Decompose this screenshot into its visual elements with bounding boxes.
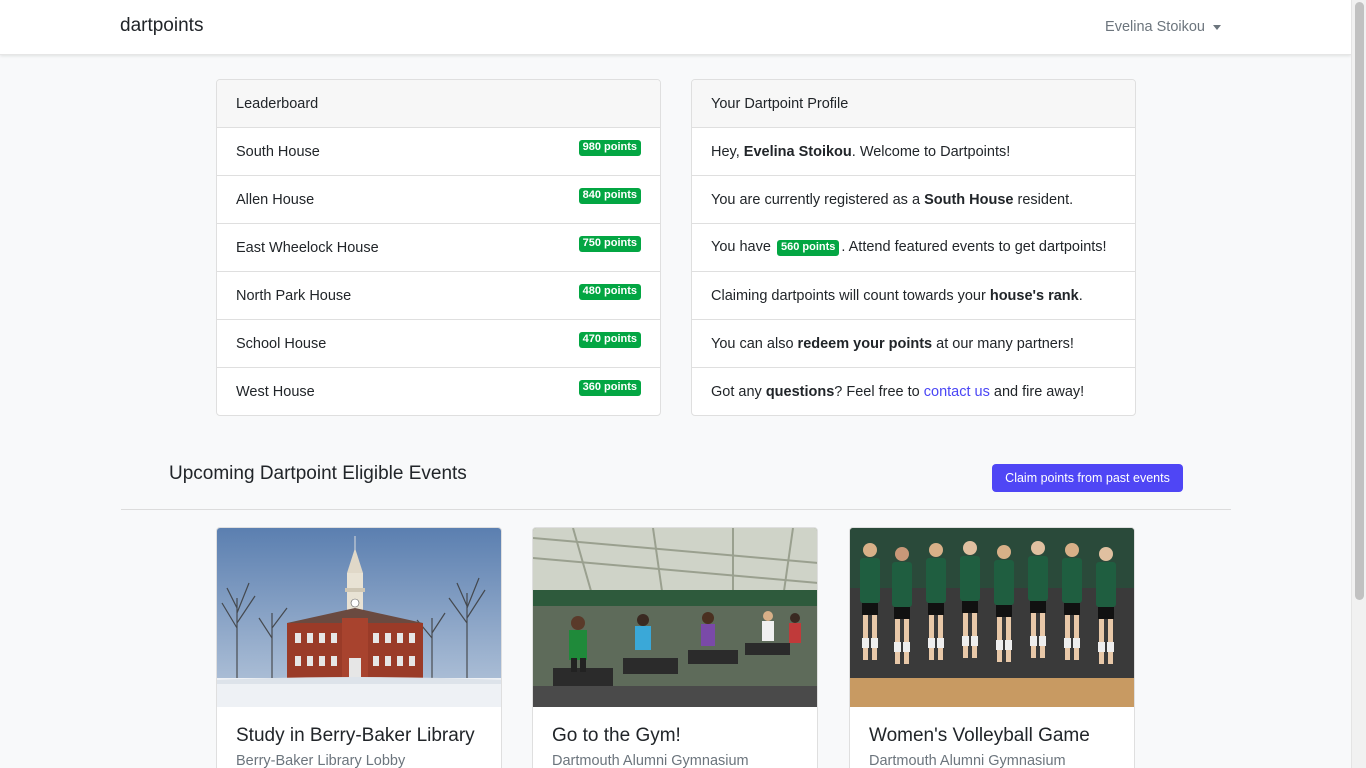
leaderboard-row: Allen House 840 points: [217, 176, 660, 224]
leaderboard-row: School House 470 points: [217, 320, 660, 368]
house-name: West House: [236, 384, 315, 400]
house-name: South House: [236, 144, 320, 160]
event-image-volleyball: [850, 528, 1134, 707]
leaderboard-header: Leaderboard: [217, 80, 660, 128]
points-suffix: . Attend featured events to get dartpoin…: [841, 239, 1107, 256]
scrollbar-thumb[interactable]: [1355, 2, 1364, 600]
top-navbar: dartpoints Evelina Stoikou: [0, 0, 1351, 55]
points-badge: 480 points: [578, 284, 641, 300]
event-image-gym: [533, 528, 817, 707]
house-name: East Wheelock House: [236, 240, 379, 256]
profile-card: Your Dartpoint Profile Hey, Evelina Stoi…: [691, 79, 1136, 416]
events-section-title: Upcoming Dartpoint Eligible Events: [169, 463, 467, 484]
house-name: North Park House: [236, 288, 352, 304]
greeting-suffix: . Welcome to Dartpoints!: [851, 143, 1011, 160]
profile-rank: Claiming dartpoints will count towards y…: [692, 272, 1135, 320]
registered-suffix: resident.: [1013, 191, 1074, 208]
profile-points: You have 560 points. Attend featured eve…: [692, 224, 1135, 272]
greeting-prefix: Hey,: [711, 143, 744, 160]
registered-prefix: You are currently registered as a: [711, 191, 925, 208]
leaderboard-row: North Park House 480 points: [217, 272, 660, 320]
rank-suffix: .: [1078, 287, 1083, 304]
points-badge: 470 points: [578, 332, 641, 348]
profile-redeem: You can also redeem your points at our m…: [692, 320, 1135, 368]
questions-suffix: and fire away!: [989, 384, 1085, 400]
event-location: Dartmouth Alumni Gymnasium: [869, 753, 1066, 768]
questions-prefix: Got any: [711, 384, 766, 400]
points-badge: 840 points: [578, 188, 641, 204]
points-badge: 750 points: [578, 236, 641, 252]
user-name: Evelina Stoikou: [1105, 19, 1205, 35]
questions-bold: questions: [765, 384, 835, 400]
profile-greeting: Hey, Evelina Stoikou. Welcome to Dartpoi…: [692, 128, 1135, 176]
brand-logo-link[interactable]: dartpoints: [120, 15, 203, 37]
rank-bold: house's rank: [989, 287, 1079, 304]
event-card[interactable]: Study in Berry-Baker Library Berry-Baker…: [216, 527, 502, 768]
event-title: Go to the Gym!: [552, 725, 681, 746]
leaderboard-row: East Wheelock House 750 points: [217, 224, 660, 272]
event-location: Dartmouth Alumni Gymnasium: [552, 753, 749, 768]
questions-middle: ? Feel free to: [834, 384, 924, 400]
event-title: Study in Berry-Baker Library: [236, 725, 475, 746]
redeem-suffix: at our many partners!: [932, 335, 1074, 352]
event-location: Berry-Baker Library Lobby: [236, 753, 406, 768]
profile-house: You are currently registered as a South …: [692, 176, 1135, 224]
points-badge: 980 points: [578, 140, 641, 156]
section-divider: [121, 509, 1231, 510]
page-scrollbar[interactable]: [1351, 0, 1366, 768]
leaderboard-row: South House 980 points: [217, 128, 660, 176]
house-name: Allen House: [236, 192, 315, 208]
profile-header: Your Dartpoint Profile: [692, 80, 1135, 128]
leaderboard-row: West House 360 points: [217, 368, 660, 415]
event-card[interactable]: Go to the Gym! Dartmouth Alumni Gymnasiu…: [532, 527, 818, 768]
event-card[interactable]: Women's Volleyball Game Dartmouth Alumni…: [849, 527, 1135, 768]
user-dropdown-toggle[interactable]: Evelina Stoikou: [1105, 19, 1221, 35]
points-prefix: You have: [711, 239, 775, 256]
caret-down-icon: [1213, 24, 1221, 30]
profile-house-name: South House: [924, 191, 1014, 208]
contact-us-link[interactable]: contact us: [924, 384, 990, 400]
points-badge: 360 points: [578, 380, 641, 396]
redeem-bold: redeem your points: [797, 335, 933, 352]
leaderboard-card: Leaderboard South House 980 points Allen…: [216, 79, 661, 416]
rank-prefix: Claiming dartpoints will count towards y…: [711, 287, 990, 304]
user-points-badge: 560 points: [776, 239, 840, 256]
profile-questions: Got any questions? Feel free to contact …: [692, 368, 1135, 415]
house-name: School House: [236, 336, 327, 352]
profile-user-name: Evelina Stoikou: [743, 143, 852, 160]
event-image-library: [217, 528, 501, 707]
claim-points-button[interactable]: Claim points from past events: [992, 464, 1183, 492]
event-title: Women's Volleyball Game: [869, 725, 1090, 746]
redeem-prefix: You can also: [711, 335, 798, 352]
